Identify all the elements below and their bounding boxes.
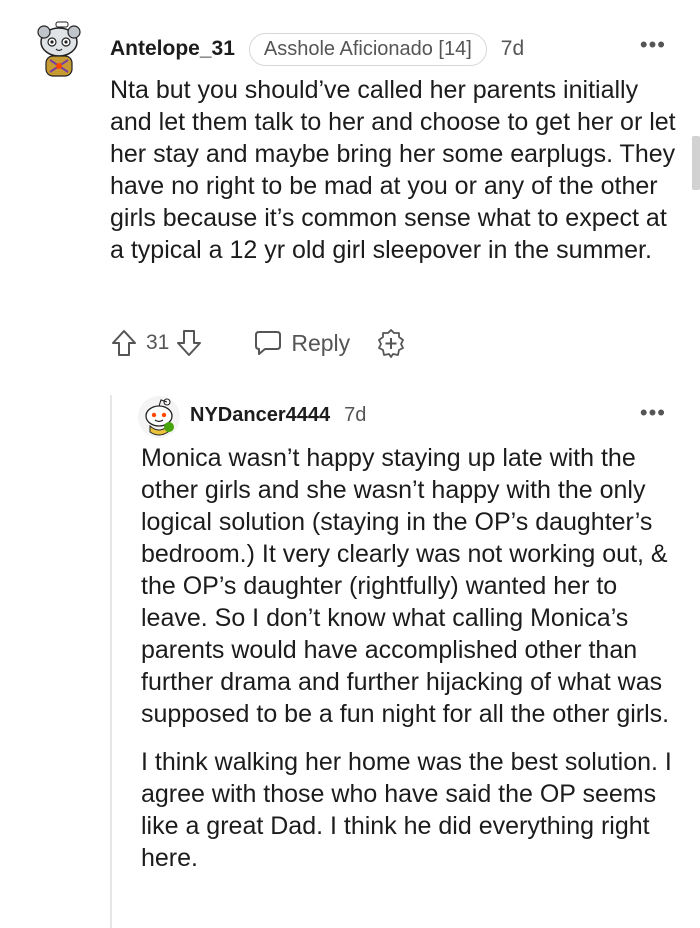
more-icon: •••: [639, 400, 666, 425]
comment-age: 7d: [500, 37, 525, 60]
reply-bubble-icon: [255, 331, 282, 355]
more-options-button[interactable]: •••: [640, 402, 666, 424]
reply-comment: NYDancer4444 7d ••• Monica wasn’t happy …: [120, 390, 700, 928]
comment-age: 7d: [344, 403, 367, 426]
comment-meta: NYDancer4444 7d: [190, 400, 366, 430]
comment-meta: Antelope_31 Asshole Aficionado [14] 7d: [110, 32, 524, 66]
comment-paragraph: I think walking her home was the best so…: [141, 748, 672, 872]
comment: Antelope_31 Asshole Aficionado [14] 7d •…: [0, 0, 700, 380]
more-options-button[interactable]: •••: [640, 34, 666, 56]
username[interactable]: Antelope_31: [110, 37, 235, 61]
avatar[interactable]: [138, 396, 180, 438]
reply-label: Reply: [291, 329, 351, 356]
user-flair: Asshole Aficionado [14]: [248, 32, 487, 66]
upvote-icon: [112, 330, 136, 356]
thread-line[interactable]: [110, 395, 112, 928]
username[interactable]: NYDancer4444: [190, 404, 330, 427]
award-button[interactable]: [376, 328, 406, 358]
comment-paragraph: Monica wasn’t happy staying up late with…: [141, 444, 670, 728]
snoo-avatar-icon: [145, 398, 174, 436]
comment-body: Monica wasn’t happy staying up late with…: [141, 442, 686, 874]
comment-actions: 31 Reply: [110, 324, 406, 362]
comment-body: Nta but you should’ve called her parents…: [110, 76, 676, 264]
snoo-avatar-icon: [37, 21, 81, 77]
avatar[interactable]: [36, 20, 82, 78]
award-plus-icon: [378, 329, 405, 358]
downvote-icon: [177, 330, 202, 356]
vote-score: 31: [146, 331, 170, 354]
upvote-button[interactable]: [110, 328, 138, 358]
more-icon: •••: [639, 32, 666, 57]
reply-button[interactable]: Reply: [253, 329, 350, 357]
downvote-button[interactable]: [175, 328, 203, 358]
